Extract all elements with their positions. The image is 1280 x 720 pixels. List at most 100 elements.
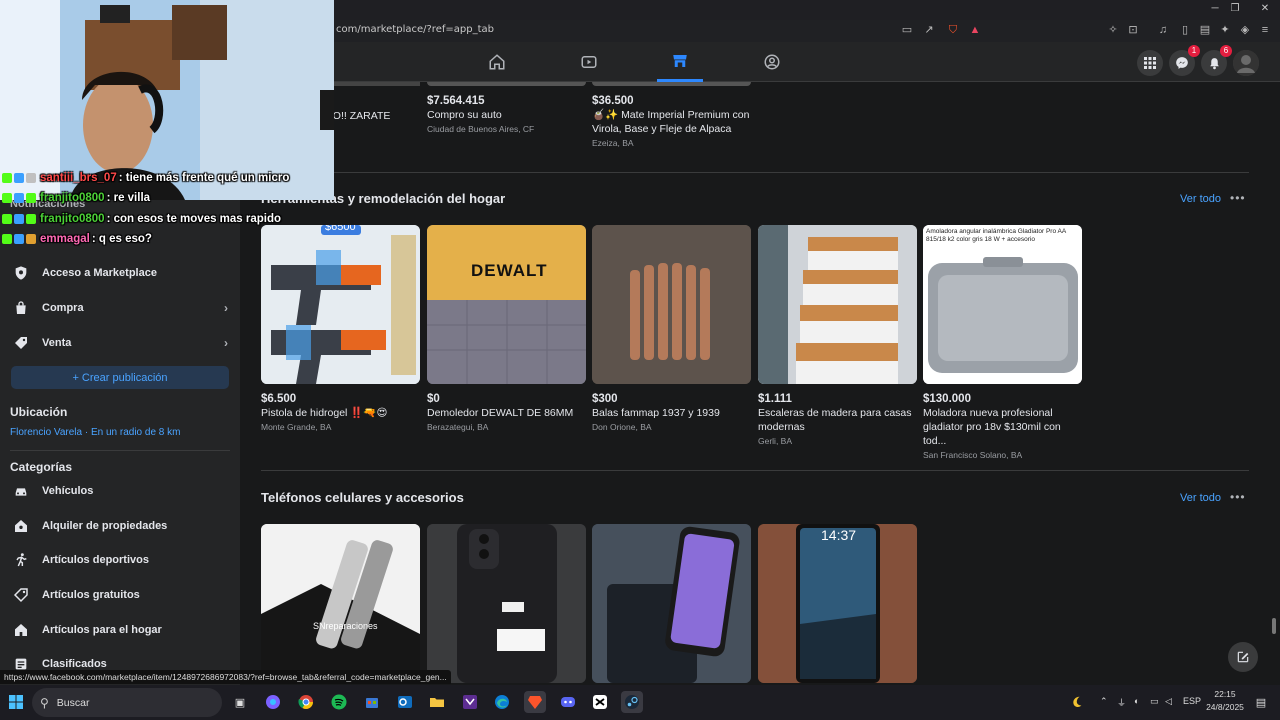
volume-icon[interactable]: ◁ (1165, 696, 1172, 707)
listing-location: Berazategui, BA (427, 422, 489, 432)
verified-badge-icon (26, 214, 36, 224)
account-avatar[interactable] (1233, 50, 1259, 76)
listing-card[interactable]: $36.500 🧉✨ Mate Imperial Premium con Vir… (592, 82, 751, 148)
discord-icon[interactable] (557, 691, 579, 713)
category-home[interactable]: Artículos para el hogar (10, 617, 230, 643)
messenger-button[interactable]: 1 (1169, 45, 1200, 76)
page-scrollbar[interactable] (1271, 82, 1277, 685)
wallet-icon[interactable]: ▤ (1198, 23, 1212, 37)
nav-video-tab[interactable] (566, 42, 612, 82)
scrollbar-thumb[interactable] (1272, 618, 1276, 634)
chat-username[interactable]: franjito0800 (40, 213, 105, 225)
taskbar-search[interactable]: ⚲ Buscar (32, 688, 222, 717)
category-vehicles[interactable]: Vehículos (10, 478, 230, 504)
chat-username[interactable]: franjito0800 (40, 192, 105, 204)
thumb-overlay-text: DEWALT (471, 261, 548, 280)
usb-icon[interactable]: ⏚ (1117, 696, 1126, 709)
leo-ai-icon[interactable]: ✦ (1218, 23, 1232, 37)
section-divider (261, 172, 1249, 173)
chat-username[interactable]: santiii_brs_07 (40, 172, 117, 184)
share-icon[interactable]: ↗ (922, 23, 936, 37)
listing-thumb: 14:37 (758, 524, 917, 683)
shopping-bag-icon (10, 297, 32, 319)
see-all-link[interactable]: Ver todo (1180, 193, 1221, 205)
minimize-icon[interactable]: ─ (1208, 2, 1222, 16)
listing-card[interactable]: $300 Balas fammap 1937 y 1939 Don Orione… (592, 225, 751, 432)
listing-card[interactable] (427, 524, 586, 683)
category-free[interactable]: Artículos gratuitos (10, 582, 230, 608)
url-text[interactable]: com/marketplace/?ref=app_tab (336, 24, 494, 35)
screenshot-icon[interactable]: ⊡ (1126, 23, 1140, 37)
menu-icon[interactable]: ≡ (1258, 23, 1272, 37)
new-message-button[interactable] (1228, 642, 1258, 672)
home-icon (489, 54, 505, 70)
house-key-icon (10, 515, 32, 537)
clock[interactable]: 22:15 24/8/2025 (1205, 688, 1245, 714)
sidebar-toggle-icon[interactable]: ▯ (1178, 23, 1192, 37)
extensions-icon[interactable]: ✧ (1106, 23, 1120, 37)
edge-icon[interactable] (491, 691, 513, 713)
listing-card[interactable]: $7.564.415 Compro su auto Ciudad de Buen… (427, 82, 586, 134)
sidebar-item-label: Acceso a Marketplace (42, 267, 157, 279)
sidebar-item-access[interactable]: Acceso a Marketplace (10, 260, 230, 286)
vs-icon[interactable] (459, 691, 481, 713)
category-sports[interactable]: Artículos deportivos (10, 547, 230, 573)
nav-home-tab[interactable] (474, 42, 520, 82)
clock-date: 24/8/2025 (1206, 702, 1244, 712)
outlook-icon[interactable] (394, 691, 416, 713)
listing-card[interactable]: Amoladora angular inalámbrica Gladiator … (923, 225, 1082, 460)
menu-grid-button[interactable] (1137, 50, 1163, 76)
capcut-icon[interactable] (589, 691, 611, 713)
marketplace-icon (673, 54, 687, 67)
store-icon[interactable] (361, 691, 383, 713)
close-icon[interactable]: ✕ (1258, 2, 1272, 16)
cast-icon[interactable]: ▭ (900, 23, 914, 37)
spotify-icon[interactable] (328, 691, 350, 713)
listing-card[interactable]: $1.111 Escaleras de madera para casas mo… (758, 225, 917, 446)
messenger-badge: 1 (1188, 45, 1200, 57)
location-link[interactable]: Florencio Varela · En un radio de 8 km (10, 427, 180, 438)
windows-start-icon[interactable] (5, 691, 27, 713)
language-indicator[interactable]: ESP (1183, 696, 1201, 706)
listing-card[interactable]: 14:37 (758, 524, 917, 683)
vpn-icon[interactable]: ◈ (1238, 23, 1252, 37)
file-explorer-icon[interactable] (426, 691, 448, 713)
sidebar-item-buy[interactable]: Compra › (10, 295, 230, 321)
chat-username[interactable]: emmagal (40, 233, 90, 245)
chrome-icon[interactable] (295, 691, 317, 713)
home-goods-icon (10, 619, 32, 641)
listing-location: Ciudad de Buenos Aires, CF (427, 124, 535, 134)
brave-shield-icon[interactable]: ⛉ (946, 23, 960, 37)
notification-center-icon[interactable]: ▤ (1250, 691, 1272, 713)
restore-icon[interactable]: ❐ (1228, 2, 1242, 16)
chevron-right-icon: › (224, 301, 228, 315)
sidebar-item-sell[interactable]: Venta › (10, 330, 230, 356)
brave-rewards-icon[interactable]: ▲ (968, 23, 982, 37)
groups-icon (764, 54, 780, 70)
listing-card[interactable]: SNreparaciones (261, 524, 420, 683)
night-light-icon[interactable] (1066, 691, 1088, 713)
create-listing-button[interactable]: + Crear publicación (11, 366, 229, 389)
nav-groups-tab[interactable] (749, 42, 795, 82)
chevron-right-icon: › (224, 336, 228, 350)
category-rentals[interactable]: Alquiler de propiedades (10, 513, 230, 539)
task-view-icon[interactable]: ▣ (229, 691, 251, 713)
running-icon (10, 549, 32, 571)
brave-icon[interactable] (524, 691, 546, 713)
more-options-icon[interactable]: ••• (1230, 191, 1246, 205)
media-icon[interactable]: ♫ (1156, 23, 1170, 37)
mic-icon[interactable]: ◐ (1134, 696, 1139, 706)
notifications-button[interactable]: 6 (1201, 45, 1232, 76)
kick-badge-icon (2, 234, 12, 244)
network-icon[interactable]: ▭ (1150, 696, 1159, 707)
more-options-icon[interactable]: ••• (1230, 490, 1246, 504)
steam-icon[interactable] (621, 691, 643, 713)
listing-card[interactable]: DEWALT $0 Demoledor DEWALT DE 86MM Beraz… (427, 225, 586, 432)
listing-card[interactable] (592, 524, 751, 683)
chevron-up-icon[interactable]: ⌃ (1100, 696, 1108, 707)
nav-marketplace-tab[interactable] (657, 42, 703, 82)
listing-card[interactable]: $6500 $6.500 Pistola de hidrogel ‼️🔫😍 Mo… (261, 225, 420, 432)
copilot-icon[interactable] (262, 691, 284, 713)
listing-thumb (592, 82, 751, 86)
see-all-link[interactable]: Ver todo (1180, 492, 1221, 504)
